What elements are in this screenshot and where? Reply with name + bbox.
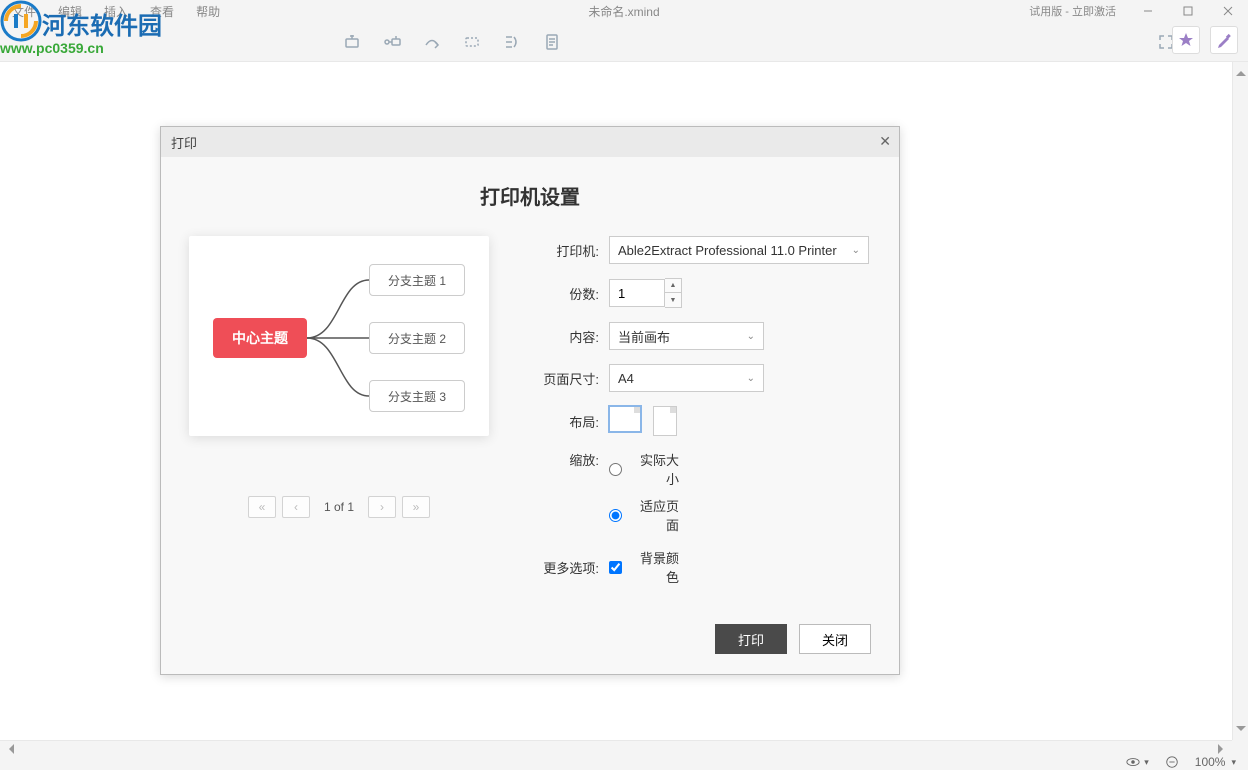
content-label: 内容: xyxy=(529,327,599,346)
preview-central-topic: 中心主题 xyxy=(213,318,307,358)
copies-input[interactable] xyxy=(609,279,665,307)
zoom-out-button[interactable] xyxy=(1165,755,1179,769)
layout-portrait[interactable] xyxy=(653,406,677,436)
summary-icon[interactable] xyxy=(502,32,522,52)
pagesize-label: 页面尺寸: xyxy=(529,369,599,388)
maximize-button[interactable] xyxy=(1168,0,1208,22)
menu-view[interactable]: 查看 xyxy=(150,3,174,20)
favorite-icon[interactable] xyxy=(1172,26,1200,54)
dialog-close-icon[interactable]: ✕ xyxy=(879,133,891,150)
copies-label: 份数: xyxy=(529,284,599,303)
side-panel-icons xyxy=(1172,26,1238,54)
format-icon[interactable] xyxy=(1210,26,1238,54)
window-controls: 试用版 - 立即激活 xyxy=(1029,0,1248,22)
copies-up[interactable]: ▲ xyxy=(665,279,681,293)
relationship-icon[interactable] xyxy=(422,32,442,52)
print-preview: 中心主题 分支主题 1 分支主题 2 分支主题 3 xyxy=(189,236,489,436)
pager-first[interactable]: « xyxy=(248,496,276,518)
zoom-level[interactable]: 100%▾ xyxy=(1195,755,1236,769)
dialog-heading: 打印机设置 xyxy=(189,181,871,210)
pager-last[interactable]: » xyxy=(402,496,430,518)
print-button[interactable]: 打印 xyxy=(715,624,787,654)
dialog-titlebar: 打印 ✕ xyxy=(161,127,899,157)
menu-insert[interactable]: 插入 xyxy=(104,3,128,20)
statusbar: ▾ 100%▾ xyxy=(0,754,1248,770)
menu-file[interactable]: 文件 xyxy=(12,3,36,20)
pager-prev[interactable]: ‹ xyxy=(282,496,310,518)
vertical-scrollbar[interactable] xyxy=(1232,62,1248,740)
toolbar xyxy=(0,22,1248,62)
zoom-fit-radio[interactable]: 适应页面 xyxy=(609,496,679,534)
zoom-actual-radio[interactable]: 实际大小 xyxy=(609,450,679,488)
subtopic-after-icon[interactable] xyxy=(382,32,402,52)
layout-landscape[interactable] xyxy=(609,406,641,432)
copies-down[interactable]: ▼ xyxy=(665,293,681,307)
preview-branch: 分支主题 3 xyxy=(369,380,465,412)
more-label: 更多选项: xyxy=(529,558,599,577)
preview-branch: 分支主题 1 xyxy=(369,264,465,296)
minimize-button[interactable] xyxy=(1128,0,1168,22)
subtopic-icon[interactable] xyxy=(342,32,362,52)
pager-next[interactable]: › xyxy=(368,496,396,518)
bgcolor-checkbox[interactable]: 背景颜色 xyxy=(609,548,679,586)
dialog-title-text: 打印 xyxy=(171,133,197,152)
print-dialog: 打印 ✕ 打印机设置 中心主题 分支主题 1 分支主题 2 分支主题 3 « ‹… xyxy=(160,126,900,675)
pager-text: 1 of 1 xyxy=(324,500,354,514)
layout-label: 布局: xyxy=(529,412,599,431)
pager: « ‹ 1 of 1 › » xyxy=(189,496,489,518)
close-button[interactable]: 关闭 xyxy=(799,624,871,654)
note-icon[interactable] xyxy=(542,32,562,52)
menu-help[interactable]: 帮助 xyxy=(196,3,220,20)
pagesize-select[interactable]: A4⌄ xyxy=(609,364,764,392)
close-button[interactable] xyxy=(1208,0,1248,22)
printer-select[interactable]: Able2Extract Professional 11.0 Printer⌄ xyxy=(609,236,869,264)
boundary-icon[interactable] xyxy=(462,32,482,52)
visibility-toggle[interactable]: ▾ xyxy=(1126,755,1149,769)
trial-label[interactable]: 试用版 - 立即激活 xyxy=(1029,3,1116,19)
content-select[interactable]: 当前画布⌄ xyxy=(609,322,764,350)
preview-branch: 分支主题 2 xyxy=(369,322,465,354)
zoom-label: 缩放: xyxy=(529,450,599,469)
printer-label: 打印机: xyxy=(529,241,599,260)
menu-edit[interactable]: 编辑 xyxy=(58,3,82,20)
